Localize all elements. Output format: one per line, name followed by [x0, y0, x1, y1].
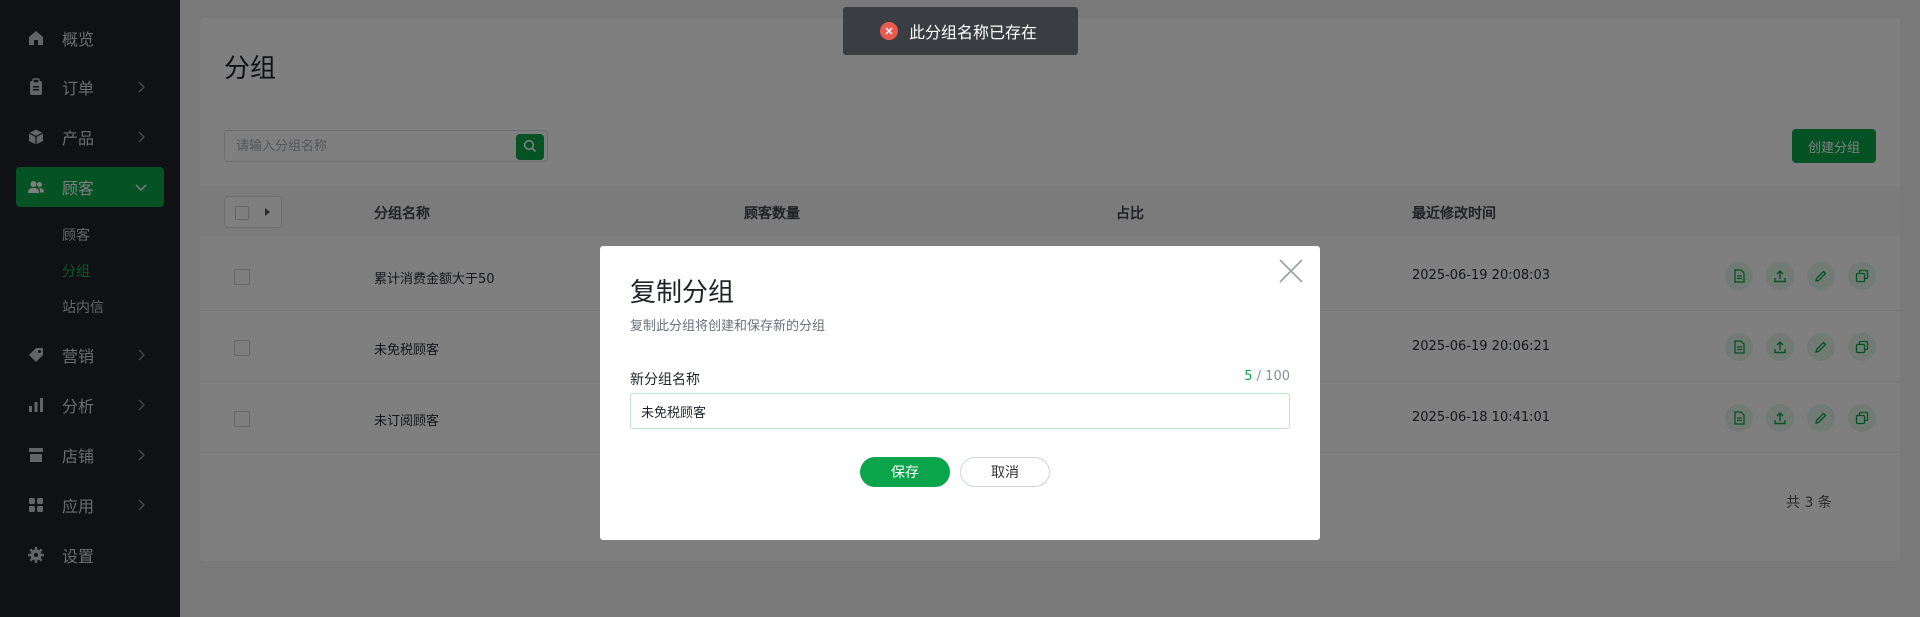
save-button[interactable]: 保存 — [860, 457, 950, 487]
char-counter-current: 5 — [1244, 369, 1253, 384]
char-counter-max: / 100 — [1256, 369, 1290, 384]
group-name-input[interactable] — [631, 394, 1289, 428]
copy-group-dialog: 复制分组 复制此分组将创建和保存新的分组 新分组名称 5 / 100 保存 取消 — [600, 246, 1320, 540]
group-name-field — [630, 393, 1290, 429]
dialog-subtitle: 复制此分组将创建和保存新的分组 — [630, 319, 826, 334]
close-button[interactable] — [1276, 256, 1306, 286]
cancel-button[interactable]: 取消 — [960, 457, 1050, 487]
error-toast: 此分组名称已存在 — [843, 7, 1078, 55]
close-icon — [1276, 259, 1306, 290]
toast-message: 此分组名称已存在 — [909, 23, 1038, 42]
char-counter: 5 / 100 — [1244, 369, 1290, 384]
dialog-title: 复制分组 — [630, 278, 735, 308]
error-icon — [880, 22, 898, 40]
group-name-label: 新分组名称 — [630, 372, 700, 388]
